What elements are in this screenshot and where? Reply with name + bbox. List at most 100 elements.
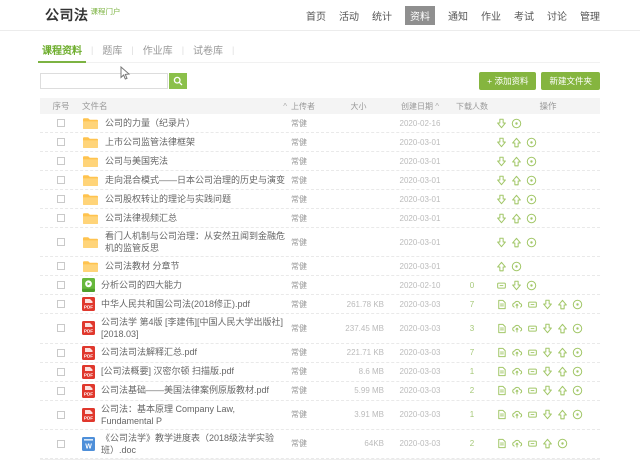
more-icon[interactable]: [526, 213, 537, 224]
move-down-icon[interactable]: [542, 366, 553, 377]
edit-icon[interactable]: [496, 280, 507, 291]
file-name[interactable]: 公司法律视频汇总: [105, 212, 177, 224]
move-up-icon[interactable]: [557, 299, 568, 310]
move-down-icon[interactable]: [511, 280, 522, 291]
more-icon[interactable]: [511, 118, 522, 129]
move-up-icon[interactable]: [557, 366, 568, 377]
more-icon[interactable]: [572, 323, 583, 334]
move-down-icon[interactable]: [542, 347, 553, 358]
edit-icon[interactable]: [527, 299, 538, 310]
file-name[interactable]: 看门人机制与公司治理：从安然丑闻到金融危机的监管反思: [105, 230, 287, 254]
move-up-icon[interactable]: [511, 137, 522, 148]
file-name[interactable]: [公司法概要] 汉密尔顿 扫描版.pdf: [101, 365, 234, 377]
edit-icon[interactable]: [527, 366, 538, 377]
download-cloud-icon[interactable]: [511, 366, 523, 377]
more-icon[interactable]: [572, 347, 583, 358]
file-name[interactable]: 走向混合模式——日本公司治理的历史与演变: [105, 174, 285, 186]
file-name[interactable]: 分析公司的四大能力: [101, 279, 182, 291]
preview-icon[interactable]: [496, 299, 507, 310]
download-cloud-icon[interactable]: [511, 385, 523, 396]
move-up-icon[interactable]: [511, 194, 522, 205]
nav-item-统计[interactable]: 统计: [372, 8, 392, 23]
col-date[interactable]: 创建日期 ^: [388, 101, 452, 112]
move-down-icon[interactable]: [496, 213, 507, 224]
row-checkbox[interactable]: [57, 349, 65, 357]
move-down-icon[interactable]: [496, 137, 507, 148]
move-down-icon[interactable]: [542, 299, 553, 310]
row-checkbox[interactable]: [57, 324, 65, 332]
row-checkbox[interactable]: [57, 300, 65, 308]
more-icon[interactable]: [526, 237, 537, 248]
name-sort-icon[interactable]: ^: [283, 102, 287, 111]
nav-item-讨论[interactable]: 讨论: [547, 8, 567, 23]
move-up-icon[interactable]: [557, 385, 568, 396]
preview-icon[interactable]: [496, 385, 507, 396]
row-checkbox[interactable]: [57, 440, 65, 448]
file-name[interactable]: 公司法学 第4版 [李建伟][中国人民大学出版社] [2018.03]: [101, 316, 287, 340]
nav-item-活动[interactable]: 活动: [339, 8, 359, 23]
move-up-icon[interactable]: [557, 323, 568, 334]
new-folder-button[interactable]: 新建文件夹: [541, 72, 600, 90]
edit-icon[interactable]: [527, 323, 538, 334]
more-icon[interactable]: [511, 261, 522, 272]
tab-试卷库[interactable]: 试卷库: [191, 42, 225, 57]
row-checkbox[interactable]: [57, 157, 65, 165]
file-name[interactable]: 公司法：基本原理 Company Law, Fundamental P: [101, 403, 287, 427]
file-name[interactable]: 公司法基础——美国法律案例原版教材.pdf: [101, 384, 269, 396]
move-up-icon[interactable]: [511, 156, 522, 167]
move-up-icon[interactable]: [496, 261, 507, 272]
nav-item-资料[interactable]: 资料: [405, 6, 435, 25]
file-name[interactable]: 公司法司法解释汇总.pdf: [101, 346, 197, 358]
preview-icon[interactable]: [496, 323, 507, 334]
more-icon[interactable]: [526, 175, 537, 186]
move-down-icon[interactable]: [496, 118, 507, 129]
nav-item-首页[interactable]: 首页: [306, 8, 326, 23]
file-name[interactable]: 上市公司监管法律框架: [105, 136, 195, 148]
preview-icon[interactable]: [496, 366, 507, 377]
file-name[interactable]: 《公司法学》教学进度表（2018级法学实验班）.doc: [101, 432, 287, 456]
row-checkbox[interactable]: [57, 281, 65, 289]
nav-item-作业[interactable]: 作业: [481, 8, 501, 23]
tab-题库[interactable]: 题库: [100, 42, 124, 57]
search-input[interactable]: [40, 73, 168, 89]
row-checkbox[interactable]: [57, 411, 65, 419]
edit-icon[interactable]: [527, 438, 538, 449]
move-down-icon[interactable]: [496, 175, 507, 186]
nav-item-考试[interactable]: 考试: [514, 8, 534, 23]
file-name[interactable]: 中华人民共和国公司法(2018修正).pdf: [101, 298, 250, 310]
more-icon[interactable]: [526, 280, 537, 291]
row-checkbox[interactable]: [57, 214, 65, 222]
move-up-icon[interactable]: [511, 237, 522, 248]
download-cloud-icon[interactable]: [511, 347, 523, 358]
move-up-icon[interactable]: [557, 347, 568, 358]
more-icon[interactable]: [557, 438, 568, 449]
edit-icon[interactable]: [527, 409, 538, 420]
download-cloud-icon[interactable]: [511, 299, 523, 310]
more-icon[interactable]: [526, 194, 537, 205]
row-checkbox[interactable]: [57, 368, 65, 376]
preview-icon[interactable]: [496, 409, 507, 420]
preview-icon[interactable]: [496, 347, 507, 358]
row-checkbox[interactable]: [57, 238, 65, 246]
add-material-button[interactable]: + 添加资料: [479, 72, 536, 90]
nav-item-管理[interactable]: 管理: [580, 8, 600, 23]
row-checkbox[interactable]: [57, 138, 65, 146]
edit-icon[interactable]: [527, 347, 538, 358]
file-name[interactable]: 公司的力量（纪录片）: [105, 117, 195, 129]
move-up-icon[interactable]: [557, 409, 568, 420]
row-checkbox[interactable]: [57, 176, 65, 184]
tab-作业库[interactable]: 作业库: [141, 42, 175, 57]
search-button[interactable]: [169, 73, 187, 89]
nav-item-通知[interactable]: 通知: [448, 8, 468, 23]
more-icon[interactable]: [526, 156, 537, 167]
more-icon[interactable]: [572, 299, 583, 310]
move-up-icon[interactable]: [511, 175, 522, 186]
move-up-icon[interactable]: [511, 213, 522, 224]
move-down-icon[interactable]: [496, 237, 507, 248]
row-checkbox[interactable]: [57, 262, 65, 270]
more-icon[interactable]: [572, 366, 583, 377]
edit-icon[interactable]: [527, 385, 538, 396]
move-down-icon[interactable]: [496, 156, 507, 167]
download-cloud-icon[interactable]: [511, 409, 523, 420]
preview-icon[interactable]: [496, 438, 507, 449]
